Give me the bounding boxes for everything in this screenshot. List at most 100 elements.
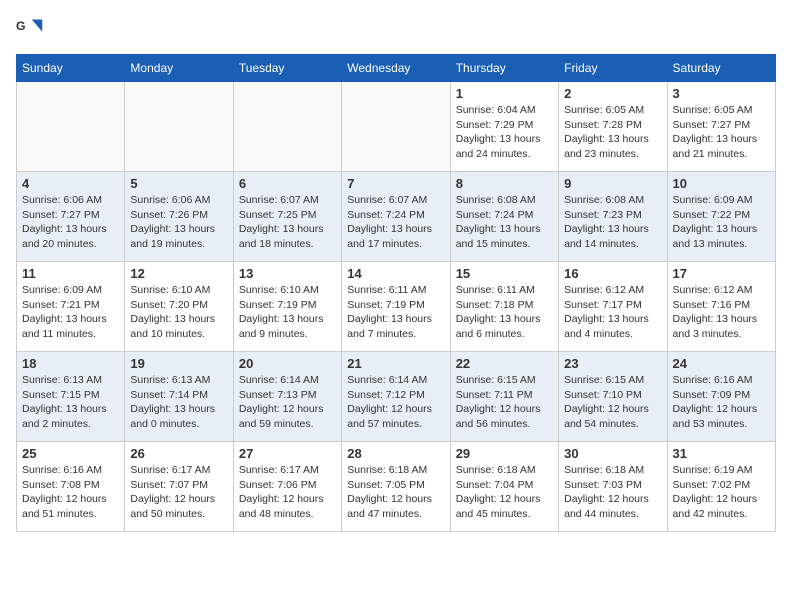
- day-number: 10: [673, 176, 770, 191]
- header: G: [16, 16, 776, 44]
- day-cell: [342, 82, 450, 172]
- day-number: 5: [130, 176, 227, 191]
- day-info: Sunrise: 6:18 AMSunset: 7:04 PMDaylight:…: [456, 463, 553, 522]
- week-row-2: 4Sunrise: 6:06 AMSunset: 7:27 PMDaylight…: [17, 172, 776, 262]
- day-number: 1: [456, 86, 553, 101]
- day-number: 4: [22, 176, 119, 191]
- day-cell: 16Sunrise: 6:12 AMSunset: 7:17 PMDayligh…: [559, 262, 667, 352]
- day-cell: 23Sunrise: 6:15 AMSunset: 7:10 PMDayligh…: [559, 352, 667, 442]
- day-number: 23: [564, 356, 661, 371]
- day-cell: 27Sunrise: 6:17 AMSunset: 7:06 PMDayligh…: [233, 442, 341, 532]
- week-row-3: 11Sunrise: 6:09 AMSunset: 7:21 PMDayligh…: [17, 262, 776, 352]
- day-cell: [125, 82, 233, 172]
- weekday-header-friday: Friday: [559, 55, 667, 82]
- day-cell: 17Sunrise: 6:12 AMSunset: 7:16 PMDayligh…: [667, 262, 775, 352]
- day-info: Sunrise: 6:14 AMSunset: 7:12 PMDaylight:…: [347, 373, 444, 432]
- calendar-body: 1Sunrise: 6:04 AMSunset: 7:29 PMDaylight…: [17, 82, 776, 532]
- day-number: 15: [456, 266, 553, 281]
- day-info: Sunrise: 6:05 AMSunset: 7:27 PMDaylight:…: [673, 103, 770, 162]
- day-cell: [17, 82, 125, 172]
- day-info: Sunrise: 6:08 AMSunset: 7:24 PMDaylight:…: [456, 193, 553, 252]
- day-cell: 12 Sunrise: 6:10 AMSunset: 7:20 PMDayligh…: [125, 262, 233, 352]
- day-info: Sunrise: 6:07 AMSunset: 7:25 PMDaylight:…: [239, 193, 336, 252]
- week-row-1: 1Sunrise: 6:04 AMSunset: 7:29 PMDaylight…: [17, 82, 776, 172]
- day-number: 31: [673, 446, 770, 461]
- day-number: 12: [130, 266, 227, 281]
- logo: G: [16, 16, 48, 44]
- day-number: 28: [347, 446, 444, 461]
- day-number: 20: [239, 356, 336, 371]
- day-info: Sunrise: 6:16 AMSunset: 7:08 PMDaylight:…: [22, 463, 119, 522]
- day-info: Sunrise: 6:17 AMSunset: 7:07 PMDaylight:…: [130, 463, 227, 522]
- day-number: 19: [130, 356, 227, 371]
- day-cell: [233, 82, 341, 172]
- day-number: 17: [673, 266, 770, 281]
- week-row-5: 25 Sunrise: 6:16 AMSunset: 7:08 PMDayligh…: [17, 442, 776, 532]
- weekday-header-monday: Monday: [125, 55, 233, 82]
- day-info: Sunrise: 6:07 AMSunset: 7:24 PMDaylight:…: [347, 193, 444, 252]
- day-number: 22: [456, 356, 553, 371]
- day-number: 24: [673, 356, 770, 371]
- day-info: Sunrise: 6:18 AMSunset: 7:05 PMDaylight:…: [347, 463, 444, 522]
- day-cell: 26Sunrise: 6:17 AMSunset: 7:07 PMDayligh…: [125, 442, 233, 532]
- svg-text:G: G: [16, 19, 26, 33]
- day-info: Sunrise: 6:14 AMSunset: 7:13 PMDaylight:…: [239, 373, 336, 432]
- day-cell: 28 Sunrise: 6:18 AMSunset: 7:05 PMDayligh…: [342, 442, 450, 532]
- day-cell: 7 Sunrise: 6:07 AMSunset: 7:24 PMDaylight…: [342, 172, 450, 262]
- day-info: Sunrise: 6:06 AMSunset: 7:26 PMDaylight:…: [130, 193, 227, 252]
- day-cell: 14 Sunrise: 6:11 AMSunset: 7:19 PMDayligh…: [342, 262, 450, 352]
- day-number: 7: [347, 176, 444, 191]
- day-info: Sunrise: 6:17 AMSunset: 7:06 PMDaylight:…: [239, 463, 336, 522]
- day-cell: 3 Sunrise: 6:05 AMSunset: 7:27 PMDaylight…: [667, 82, 775, 172]
- day-info: Sunrise: 6:09 AMSunset: 7:22 PMDaylight:…: [673, 193, 770, 252]
- day-cell: 10 Sunrise: 6:09 AMSunset: 7:22 PMDayligh…: [667, 172, 775, 262]
- day-cell: 15 Sunrise: 6:11 AMSunset: 7:18 PMDayligh…: [450, 262, 558, 352]
- day-info: Sunrise: 6:10 AMSunset: 7:20 PMDaylight:…: [130, 283, 227, 342]
- day-cell: 13 Sunrise: 6:10 AMSunset: 7:19 PMDayligh…: [233, 262, 341, 352]
- day-cell: 8Sunrise: 6:08 AMSunset: 7:24 PMDaylight…: [450, 172, 558, 262]
- day-cell: 25 Sunrise: 6:16 AMSunset: 7:08 PMDayligh…: [17, 442, 125, 532]
- day-info: Sunrise: 6:16 AMSunset: 7:09 PMDaylight:…: [673, 373, 770, 432]
- day-cell: 18 Sunrise: 6:13 AMSunset: 7:15 PMDayligh…: [17, 352, 125, 442]
- day-number: 14: [347, 266, 444, 281]
- day-cell: 21Sunrise: 6:14 AMSunset: 7:12 PMDayligh…: [342, 352, 450, 442]
- day-number: 6: [239, 176, 336, 191]
- day-number: 13: [239, 266, 336, 281]
- day-number: 29: [456, 446, 553, 461]
- day-number: 30: [564, 446, 661, 461]
- week-row-4: 18 Sunrise: 6:13 AMSunset: 7:15 PMDayligh…: [17, 352, 776, 442]
- weekday-row: SundayMondayTuesdayWednesdayThursdayFrid…: [17, 55, 776, 82]
- day-cell: 6 Sunrise: 6:07 AMSunset: 7:25 PMDaylight…: [233, 172, 341, 262]
- day-number: 18: [22, 356, 119, 371]
- weekday-header-thursday: Thursday: [450, 55, 558, 82]
- day-info: Sunrise: 6:10 AMSunset: 7:19 PMDaylight:…: [239, 283, 336, 342]
- day-number: 16: [564, 266, 661, 281]
- day-cell: 2Sunrise: 6:05 AMSunset: 7:28 PMDaylight…: [559, 82, 667, 172]
- day-cell: 22 Sunrise: 6:15 AMSunset: 7:11 PMDayligh…: [450, 352, 558, 442]
- weekday-header-tuesday: Tuesday: [233, 55, 341, 82]
- day-info: Sunrise: 6:08 AMSunset: 7:23 PMDaylight:…: [564, 193, 661, 252]
- day-cell: 5 Sunrise: 6:06 AMSunset: 7:26 PMDaylight…: [125, 172, 233, 262]
- day-cell: 30 Sunrise: 6:18 AMSunset: 7:03 PMDayligh…: [559, 442, 667, 532]
- day-info: Sunrise: 6:15 AMSunset: 7:11 PMDaylight:…: [456, 373, 553, 432]
- day-number: 9: [564, 176, 661, 191]
- calendar-table: SundayMondayTuesdayWednesdayThursdayFrid…: [16, 54, 776, 532]
- day-info: Sunrise: 6:11 AMSunset: 7:18 PMDaylight:…: [456, 283, 553, 342]
- day-number: 25: [22, 446, 119, 461]
- day-info: Sunrise: 6:13 AMSunset: 7:15 PMDaylight:…: [22, 373, 119, 432]
- day-number: 3: [673, 86, 770, 101]
- day-cell: 31 Sunrise: 6:19 AMSunset: 7:02 PMDayligh…: [667, 442, 775, 532]
- day-info: Sunrise: 6:11 AMSunset: 7:19 PMDaylight:…: [347, 283, 444, 342]
- day-cell: 20 Sunrise: 6:14 AMSunset: 7:13 PMDayligh…: [233, 352, 341, 442]
- weekday-header-wednesday: Wednesday: [342, 55, 450, 82]
- day-number: 11: [22, 266, 119, 281]
- day-cell: 11Sunrise: 6:09 AMSunset: 7:21 PMDayligh…: [17, 262, 125, 352]
- day-cell: 29 Sunrise: 6:18 AMSunset: 7:04 PMDayligh…: [450, 442, 558, 532]
- weekday-header-saturday: Saturday: [667, 55, 775, 82]
- day-cell: 1Sunrise: 6:04 AMSunset: 7:29 PMDaylight…: [450, 82, 558, 172]
- day-cell: 4Sunrise: 6:06 AMSunset: 7:27 PMDaylight…: [17, 172, 125, 262]
- day-info: Sunrise: 6:18 AMSunset: 7:03 PMDaylight:…: [564, 463, 661, 522]
- calendar-header: SundayMondayTuesdayWednesdayThursdayFrid…: [17, 55, 776, 82]
- weekday-header-sunday: Sunday: [17, 55, 125, 82]
- day-info: Sunrise: 6:19 AMSunset: 7:02 PMDaylight:…: [673, 463, 770, 522]
